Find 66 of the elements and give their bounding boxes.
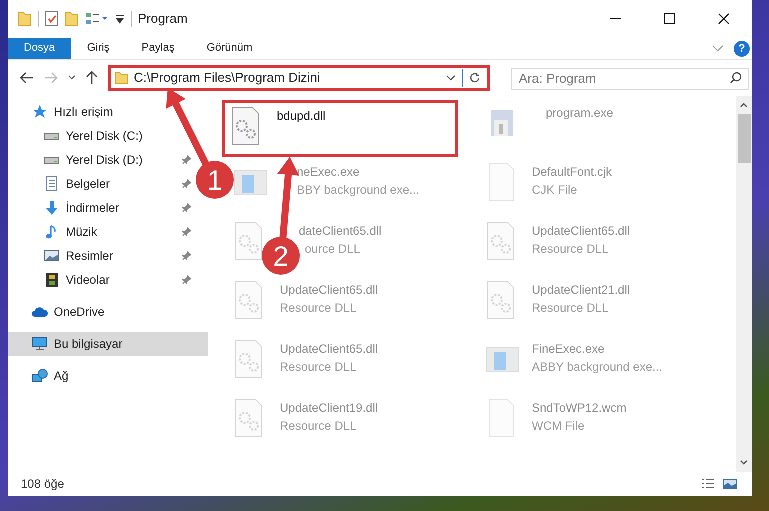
computer-icon	[32, 336, 48, 352]
up-arrow-icon[interactable]	[86, 71, 98, 85]
item-count: 108 öğe	[21, 476, 64, 493]
star-icon	[32, 104, 48, 120]
sidebar-item[interactable]: İndirmeler	[66, 199, 120, 217]
ribbon-tab[interactable]: Giriş	[71, 38, 126, 59]
network-icon	[32, 368, 48, 384]
back-arrow-icon[interactable]	[20, 72, 34, 84]
document-icon	[44, 176, 60, 192]
scroll-up-icon[interactable]	[740, 102, 748, 108]
file-type: BBY background exe...	[297, 182, 420, 199]
scrollbar-thumb[interactable]	[738, 114, 750, 163]
chevron-down-icon[interactable]	[446, 75, 456, 81]
pin-icon[interactable]	[182, 227, 192, 237]
sidebar-item[interactable]: Yerel Disk (D:)	[66, 151, 143, 169]
search-icon[interactable]	[730, 72, 742, 84]
scroll-down-icon[interactable]	[740, 460, 748, 466]
path-text: C:\Program Files\Program Dizini	[134, 69, 322, 88]
folder-icon	[115, 71, 129, 85]
sidebar-item[interactable]: OneDrive	[54, 303, 105, 321]
file-type: Resource DLL	[532, 300, 609, 317]
step-number-badge: 2	[262, 237, 300, 275]
sidebar-item[interactable]: Müzik	[66, 223, 98, 241]
sidebar-item[interactable]: Bu bilgisayar	[54, 335, 123, 353]
window-title: Program	[138, 10, 188, 28]
file-type: Resource DLL	[532, 241, 609, 258]
pin-icon[interactable]	[182, 155, 192, 165]
recent-dropdown-icon[interactable]	[68, 75, 76, 81]
large-icons-view-icon[interactable]	[723, 478, 737, 490]
pin-icon[interactable]	[182, 203, 192, 213]
pin-icon[interactable]	[182, 179, 192, 189]
file-type: ABBY background exe...	[532, 359, 663, 376]
ribbon-tab[interactable]: Paylaş	[126, 38, 191, 59]
step-number-badge: 1	[196, 161, 234, 199]
sidebar-item[interactable]: Videolar	[66, 271, 110, 289]
sidebar-item[interactable]: Resimler	[66, 247, 114, 265]
file-type: WCM File	[532, 418, 585, 435]
file-name[interactable]: bdupd.dll	[277, 107, 326, 125]
close-icon[interactable]	[718, 13, 730, 25]
view-options-icon[interactable]	[85, 12, 109, 26]
file-type: CJK File	[532, 182, 578, 199]
dropdown-caret-icon[interactable]	[115, 14, 125, 24]
picture-icon	[44, 248, 60, 264]
file-type: Resource DLL	[280, 300, 357, 317]
sidebar-item[interactable]: Belgeler	[66, 175, 110, 193]
details-view-icon[interactable]	[701, 478, 715, 490]
sidebar-item[interactable]: Hızlı erişim	[54, 103, 114, 121]
pin-icon[interactable]	[182, 275, 192, 285]
search-field[interactable]: Ara: Program	[511, 68, 749, 90]
collapse-ribbon-icon[interactable]	[712, 44, 724, 52]
film-strip-icon	[44, 272, 60, 288]
refresh-icon[interactable]	[469, 72, 481, 84]
address-bar[interactable]: C:\Program Files\Program Dizini	[108, 65, 490, 91]
pin-icon[interactable]	[182, 251, 192, 261]
properties-icon[interactable]	[45, 11, 59, 27]
ribbon-tab[interactable]: Görünüm	[190, 38, 269, 59]
file-type: Resource DLL	[280, 359, 357, 376]
ribbon-tab[interactable]: Dosya	[8, 38, 72, 59]
file-type: Resource DLL	[280, 418, 357, 435]
sidebar-item[interactable]: Ağ	[54, 367, 69, 385]
help-button[interactable]: ?	[734, 40, 750, 56]
sidebar-item[interactable]: Yerel Disk (C:)	[66, 127, 143, 145]
down-arrow-icon	[44, 200, 60, 216]
file-type: ource DLL	[305, 241, 360, 258]
vertical-scrollbar[interactable]	[736, 96, 752, 472]
maximize-icon[interactable]	[664, 13, 676, 25]
